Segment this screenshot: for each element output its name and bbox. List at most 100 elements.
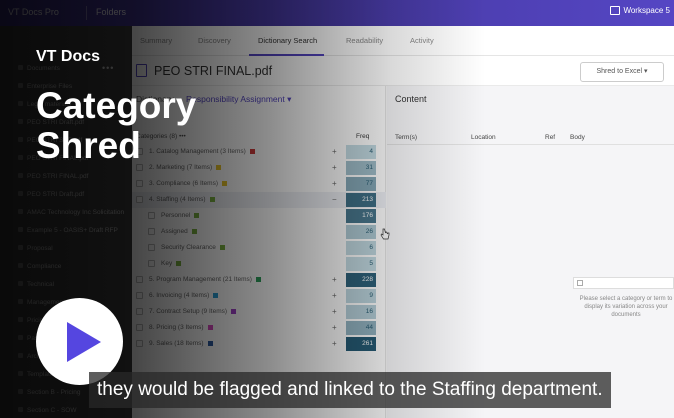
expand-icon[interactable]: + bbox=[332, 288, 337, 304]
row-checkbox[interactable] bbox=[148, 212, 155, 219]
document-icon bbox=[18, 299, 23, 304]
row-label-text: 3. Compliance (6 Items) bbox=[149, 180, 218, 187]
term-row[interactable]: Key 5 bbox=[132, 256, 386, 272]
document-icon bbox=[18, 227, 23, 232]
row-label-text: Assigned bbox=[161, 228, 188, 235]
document-icon bbox=[18, 371, 23, 376]
row-checkbox[interactable] bbox=[148, 228, 155, 235]
freq-cell: 9 bbox=[346, 289, 376, 303]
col-location[interactable]: Location bbox=[471, 134, 496, 141]
header-divider bbox=[387, 144, 674, 145]
collapse-icon[interactable]: − bbox=[332, 192, 337, 208]
row-checkbox[interactable] bbox=[136, 340, 143, 347]
row-checkbox[interactable] bbox=[136, 308, 143, 315]
tab-summary[interactable]: Summary bbox=[140, 36, 172, 45]
document-icon bbox=[18, 281, 23, 286]
row-label-text: Personnel bbox=[161, 212, 191, 219]
row-checkbox[interactable] bbox=[136, 292, 143, 299]
tab-activity[interactable]: Activity bbox=[410, 36, 434, 45]
row-label: Assigned bbox=[161, 224, 197, 240]
color-swatch bbox=[209, 196, 215, 202]
document-icon bbox=[18, 209, 23, 214]
category-row[interactable]: 9. Sales (18 Items) +261 bbox=[132, 336, 386, 352]
category-row[interactable]: 3. Compliance (6 Items) +77 bbox=[132, 176, 386, 192]
sidebar-item-label: Proposal bbox=[27, 245, 53, 252]
workspace-icon bbox=[610, 6, 621, 15]
col-terms[interactable]: Term(s) bbox=[395, 134, 417, 141]
col-ref[interactable]: Ref bbox=[545, 134, 555, 141]
document-icon bbox=[18, 65, 23, 70]
category-row[interactable]: 8. Pricing (3 Items) +44 bbox=[132, 320, 386, 336]
category-row[interactable]: 6. Invoicing (4 Items) +9 bbox=[132, 288, 386, 304]
expand-icon[interactable]: + bbox=[332, 304, 337, 320]
shred-button-label: Shred to Excel bbox=[596, 68, 643, 75]
freq-cell: 26 bbox=[346, 225, 376, 239]
tab-discovery[interactable]: Discovery bbox=[198, 36, 231, 45]
tab-readability[interactable]: Readability bbox=[346, 36, 383, 45]
video-caption: they would be flagged and linked to the … bbox=[89, 372, 611, 408]
expand-icon[interactable]: + bbox=[332, 176, 337, 192]
color-swatch bbox=[176, 260, 182, 266]
sidebar-item[interactable]: Example 5 - OASIS+ Draft RFP bbox=[0, 222, 132, 240]
document-icon bbox=[18, 245, 23, 250]
content-pane: Content Term(s) Location Ref Body Please… bbox=[387, 86, 674, 418]
sidebar-item-label: PEO STRI FINAL.pdf bbox=[27, 173, 89, 180]
document-icon bbox=[18, 119, 23, 124]
row-label-text: Key bbox=[161, 260, 173, 267]
chevron-down-icon: ▾ bbox=[643, 68, 648, 75]
sidebar-item[interactable]: Compliance bbox=[0, 258, 132, 276]
sidebar-item-label: Section B - Pricing bbox=[27, 389, 81, 396]
color-swatch bbox=[207, 324, 213, 330]
color-swatch bbox=[255, 276, 261, 282]
row-label: 3. Compliance (6 Items) bbox=[149, 176, 227, 192]
sidebar-item[interactable]: AMAC Technology Inc Solicitation bbox=[0, 204, 132, 222]
expand-icon[interactable]: + bbox=[332, 160, 337, 176]
expand-icon[interactable]: + bbox=[332, 272, 337, 288]
expand-icon[interactable]: + bbox=[332, 336, 337, 352]
row-checkbox[interactable] bbox=[136, 276, 143, 283]
row-checkbox[interactable] bbox=[148, 260, 155, 267]
tab-dictionary-search[interactable]: Dictionary Search bbox=[258, 36, 317, 45]
sidebar-item[interactable]: Proposal bbox=[0, 240, 132, 258]
freq-cell: 31 bbox=[346, 161, 376, 175]
sidebar-item[interactable]: PEO STRI FINAL.pdf bbox=[0, 168, 132, 186]
row-checkbox[interactable] bbox=[148, 244, 155, 251]
sidebar-item[interactable]: Technical bbox=[0, 276, 132, 294]
col-body[interactable]: Body bbox=[570, 134, 585, 141]
term-row[interactable]: Personnel 176 bbox=[132, 208, 386, 224]
document-icon bbox=[18, 137, 23, 142]
freq-cell: 16 bbox=[346, 305, 376, 319]
checkbox-icon bbox=[577, 280, 583, 286]
term-row[interactable]: Assigned 26 bbox=[132, 224, 386, 240]
expand-icon[interactable]: + bbox=[332, 320, 337, 336]
row-checkbox[interactable] bbox=[136, 324, 143, 331]
term-row[interactable]: Security Clearance 6 bbox=[132, 240, 386, 256]
color-swatch bbox=[207, 340, 213, 346]
expand-icon[interactable]: + bbox=[332, 144, 337, 160]
row-checkbox[interactable] bbox=[136, 180, 143, 187]
document-icon bbox=[18, 263, 23, 268]
row-label: Personnel bbox=[161, 208, 200, 224]
document-icon bbox=[18, 407, 23, 412]
document-icon bbox=[18, 191, 23, 196]
sidebar-item-label: Section C - SOW bbox=[27, 407, 77, 414]
document-icon bbox=[18, 389, 23, 394]
shred-to-excel-button[interactable]: Shred to Excel ▾ bbox=[580, 62, 664, 82]
content-title: Content bbox=[395, 94, 427, 104]
sidebar-item[interactable]: PEO STRI Draft.pdf bbox=[0, 186, 132, 204]
row-label-text: 4. Staffing (4 Items) bbox=[149, 196, 206, 203]
workspace-switcher[interactable]: Workspace 5 bbox=[610, 6, 670, 15]
app-brand[interactable]: VT Docs Pro bbox=[8, 7, 59, 17]
top-bar: VT Docs Pro Folders Workspace 5 bbox=[0, 0, 674, 26]
row-label: 9. Sales (18 Items) bbox=[149, 336, 213, 352]
empty-state-input bbox=[573, 277, 674, 289]
freq-cell: 4 bbox=[346, 145, 376, 159]
folders-link[interactable]: Folders bbox=[96, 7, 126, 17]
row-checkbox[interactable] bbox=[136, 196, 143, 203]
category-row[interactable]: 4. Staffing (4 Items) −213 bbox=[132, 192, 386, 208]
category-row[interactable]: 5. Program Management (21 Items) +228 bbox=[132, 272, 386, 288]
document-icon bbox=[18, 83, 23, 88]
row-label-text: 5. Program Management (21 Items) bbox=[149, 276, 252, 283]
empty-state-message: Please select a category or term to disp… bbox=[579, 296, 673, 318]
category-row[interactable]: 7. Contract Setup (9 Items) +16 bbox=[132, 304, 386, 320]
